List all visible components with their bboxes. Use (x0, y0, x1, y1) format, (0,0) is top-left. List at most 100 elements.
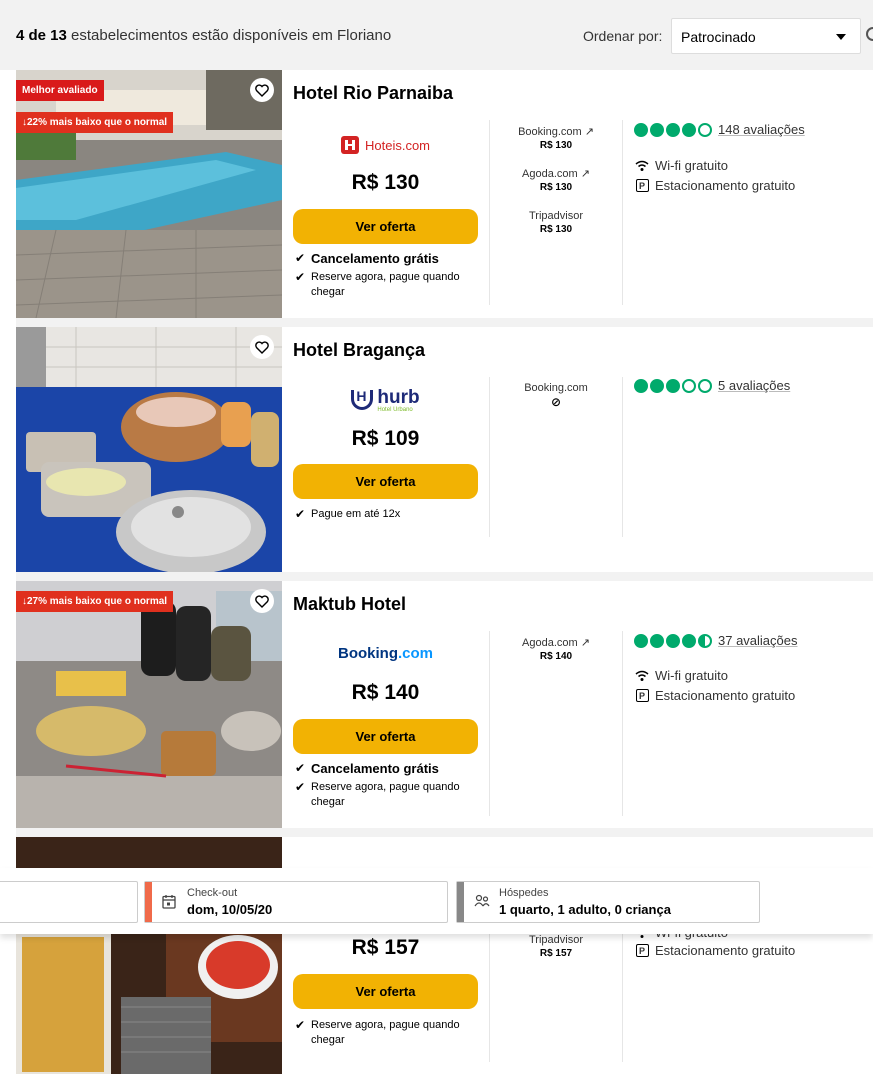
checkout-field[interactable]: Check-out dom, 10/05/20 (144, 881, 448, 923)
card-divider (16, 828, 873, 837)
provider-subname: Hotel Urbano (377, 406, 413, 413)
rating-bubble-icon (650, 122, 664, 137)
check-icon: ✔ (295, 507, 306, 521)
field-accent (457, 882, 464, 922)
review-count[interactable]: 5 avaliações (718, 378, 790, 393)
check-icon: ✔ (295, 270, 306, 284)
provider-logo[interactable]: H hurb Hotel Urbano (293, 385, 478, 415)
heart-icon[interactable] (250, 335, 274, 359)
check-icon: ✔ (295, 761, 306, 775)
guests-value: 1 quarto, 1 adulto, 0 criança (499, 902, 671, 917)
checkout-label: Check-out (187, 887, 238, 899)
hotel-price: R$ 130 (351, 171, 420, 194)
rating-bubble-icon (698, 633, 712, 648)
provider-name: Booking (337, 645, 398, 662)
perk-pay-later-cont: chegar (311, 1034, 345, 1046)
rating-bubble-icon (682, 633, 696, 648)
view-deal-button[interactable]: Ver oferta (293, 464, 478, 499)
price-drop-badge: ↓22% mais baixo que o normal (16, 112, 174, 133)
hotel-card[interactable]: ↓27% mais baixo que o normal Maktub Hote… (16, 581, 873, 828)
check-icon: ✔ (295, 780, 306, 794)
hotel-name[interactable]: Hotel Bragança (293, 340, 425, 361)
provider-name: hurb (377, 386, 420, 408)
divider (622, 377, 623, 537)
review-count[interactable]: 148 avaliações (718, 122, 805, 137)
other-offer[interactable]: Tripadvisor R$ 130 (501, 209, 611, 237)
rating-bubble-icon (650, 633, 664, 648)
rating-bubble-icon (650, 378, 664, 393)
divider (489, 377, 490, 537)
hoteis-logo-icon (340, 136, 359, 154)
review-count[interactable]: 37 avaliações (718, 633, 798, 648)
hotel-price: R$ 140 (351, 681, 420, 704)
chevron-down-icon (836, 34, 846, 40)
results-header: 4 de 13 estabelecimentos estão disponíve… (0, 0, 873, 70)
provider-name: Hoteis.com (364, 137, 431, 153)
divider (622, 631, 623, 816)
divider (489, 932, 490, 1062)
other-offer[interactable]: Booking.com ↗ R$ 130 (501, 125, 611, 153)
provider-logo[interactable]: Hoteis.com (293, 134, 478, 156)
hotel-name[interactable]: Hotel Rio Parnaiba (293, 83, 453, 104)
check-icon: ✔ (295, 251, 306, 265)
perk-free-cancellation: ✔ Cancelamento grátis (295, 761, 439, 776)
provider-logo[interactable]: Booking.com (293, 645, 478, 665)
other-offer[interactable]: Booking.com ⊘ (501, 381, 611, 409)
hotel-photo[interactable]: Melhor avaliado ↓22% mais baixo que o no… (16, 70, 282, 318)
sort-label: Ordenar por: (583, 28, 663, 44)
other-offer[interactable]: Agoda.com ↗ R$ 140 (501, 636, 611, 664)
amenity-wifi: Wi-fi gratuito (635, 668, 728, 683)
guests-field[interactable]: Hóspedes 1 quarto, 1 adulto, 0 criança (456, 881, 760, 923)
view-deal-button[interactable]: Ver oferta (293, 719, 478, 754)
other-offer[interactable]: Agoda.com ↗ R$ 130 (501, 167, 611, 195)
perk-free-cancellation: ✔ Cancelamento grátis (295, 251, 439, 266)
rating-bubble-icon (698, 122, 712, 137)
rating-bubbles[interactable]: 37 avaliações (634, 633, 798, 648)
hotel-card[interactable]: Hotel Bragança H hurb Hotel Urbano R$ 10… (16, 327, 873, 572)
divider (622, 120, 623, 305)
hurb-logo-icon: H (351, 388, 374, 412)
other-offer[interactable]: Tripadvisor R$ 157 (501, 933, 611, 961)
wifi-icon (635, 669, 649, 683)
results-count: 4 de 13 estabelecimentos estão disponíve… (16, 27, 392, 44)
card-divider (16, 318, 873, 327)
perk-pay-later-cont: chegar (311, 286, 345, 298)
provider-name-suffix: .com (397, 645, 433, 662)
amenity-parking: P Estacionamento gratuito (635, 943, 795, 958)
perk-pay-later: ✔ Reserve agora, pague quando (295, 780, 460, 794)
sticky-search-bar: Check-out dom, 10/05/20 Hóspedes 1 quart… (0, 868, 873, 934)
rating-bubbles[interactable]: 5 avaliações (634, 378, 790, 393)
sort-select[interactable]: Patrocinado (671, 18, 861, 54)
perk-pay-later: ✔ Reserve agora, pague quando (295, 1018, 460, 1032)
guests-icon (474, 894, 490, 913)
rating-bubble-icon (666, 122, 680, 137)
divider (489, 631, 490, 816)
field-accent (145, 882, 152, 922)
rating-bubble-icon (666, 378, 680, 393)
hotel-price: R$ 157 (351, 936, 420, 959)
amenity-wifi: Wi-fi gratuito (635, 158, 728, 173)
divider (622, 932, 623, 1062)
rating-bubbles[interactable]: 148 avaliações (634, 122, 805, 137)
hotel-photo[interactable] (16, 327, 282, 572)
heart-icon[interactable] (250, 78, 274, 102)
rating-bubble-icon (634, 122, 648, 137)
rating-bubble-icon (634, 633, 648, 648)
search-icon[interactable] (866, 27, 873, 41)
guests-label: Hóspedes (499, 887, 549, 899)
hotel-name[interactable]: Maktub Hotel (293, 594, 406, 615)
view-deal-button[interactable]: Ver oferta (293, 974, 478, 1009)
amenity-parking: P Estacionamento gratuito (635, 688, 795, 703)
rating-bubble-icon (634, 378, 648, 393)
perk-installments: ✔ Pague em até 12x (295, 507, 401, 521)
heart-icon[interactable] (250, 589, 274, 613)
card-divider (16, 572, 873, 581)
checkout-value: dom, 10/05/20 (187, 902, 273, 917)
perk-pay-later: ✔ Reserve agora, pague quando (295, 270, 460, 284)
hotel-photo[interactable]: ↓27% mais baixo que o normal (16, 581, 282, 828)
view-deal-button[interactable]: Ver oferta (293, 209, 478, 244)
check-icon: ✔ (295, 1018, 306, 1032)
hotel-card[interactable]: Melhor avaliado ↓22% mais baixo que o no… (16, 70, 873, 318)
perk-pay-later-cont: chegar (311, 796, 345, 808)
checkin-field[interactable] (0, 881, 138, 923)
